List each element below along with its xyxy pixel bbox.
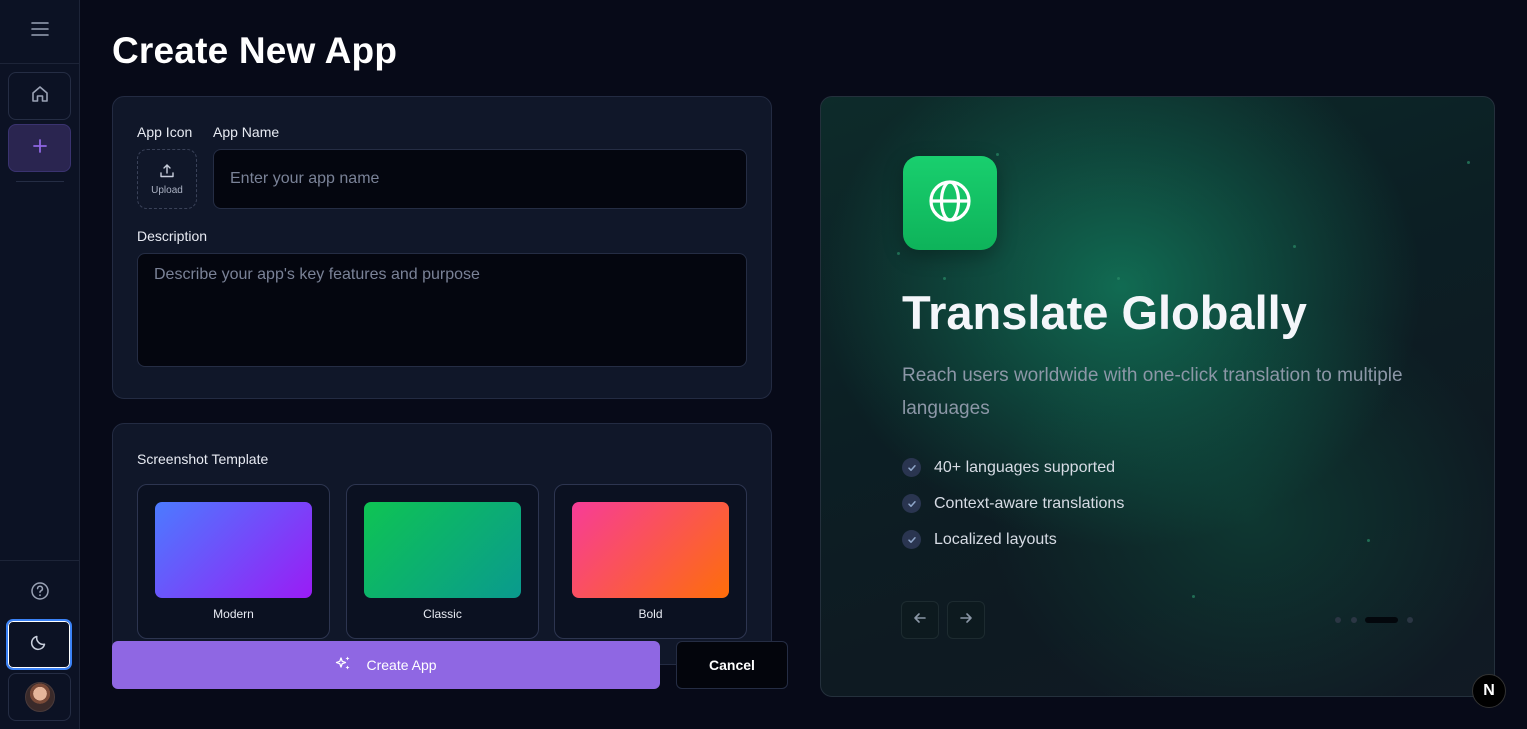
- sidebar: [0, 0, 80, 729]
- create-app-label: Create App: [366, 657, 437, 673]
- arrow-left-icon: [912, 610, 928, 631]
- feature-item: 40+ languages supported: [902, 458, 1115, 477]
- template-preview: [364, 502, 521, 598]
- home-icon: [30, 84, 50, 109]
- feature-item: Context-aware translations: [902, 494, 1124, 513]
- sparkle-dot: [996, 153, 999, 156]
- icon-upload-button[interactable]: Upload: [137, 149, 197, 209]
- moon-icon: [30, 633, 48, 656]
- pagination-dot[interactable]: [1351, 617, 1357, 623]
- pagination-dot[interactable]: [1335, 617, 1341, 623]
- check-icon: [902, 458, 921, 477]
- feature-item: Localized layouts: [902, 530, 1057, 549]
- template-option-bold[interactable]: Bold: [554, 484, 747, 639]
- app-icon-label: App Icon: [137, 124, 193, 140]
- theme-toggle-button[interactable]: [6, 619, 72, 670]
- globe-icon: [927, 178, 973, 229]
- sparkles-icon: [335, 655, 352, 675]
- feature-label: Localized layouts: [934, 530, 1057, 548]
- template-preview: [155, 502, 312, 598]
- sidebar-item-create[interactable]: [8, 124, 71, 172]
- sparkle-dot: [1467, 161, 1470, 164]
- avatar: [24, 682, 55, 712]
- feature-label: 40+ languages supported: [934, 458, 1116, 476]
- help-icon: [30, 581, 50, 606]
- create-app-button[interactable]: Create App: [112, 641, 660, 689]
- feature-showcase: Translate Globally Reach users worldwide…: [820, 96, 1495, 697]
- check-icon: [902, 494, 921, 513]
- template-name: Modern: [213, 607, 254, 621]
- arrow-right-icon: [958, 610, 974, 631]
- template-label: Screenshot Template: [137, 451, 269, 467]
- prev-slide-button[interactable]: [901, 601, 939, 639]
- showcase-title: Translate Globally: [902, 286, 1307, 339]
- sparkle-dot: [897, 252, 900, 255]
- next-slide-button[interactable]: [947, 601, 985, 639]
- sparkle-dot: [1117, 277, 1120, 280]
- template-name: Bold: [638, 607, 663, 621]
- user-menu-button[interactable]: [8, 673, 71, 721]
- sparkle-dot: [1192, 595, 1195, 598]
- sparkle-dot: [1293, 245, 1296, 248]
- check-icon: [902, 530, 921, 549]
- pagination-dot-active[interactable]: [1365, 617, 1398, 623]
- menu-icon[interactable]: [30, 22, 49, 41]
- help-button[interactable]: [27, 580, 53, 606]
- template-preview: [572, 502, 729, 598]
- upload-icon: [159, 163, 175, 182]
- template-option-classic[interactable]: Classic: [346, 484, 539, 639]
- sidebar-divider: [16, 181, 64, 182]
- app-tile: [903, 156, 997, 250]
- showcase-description: Reach users worldwide with one-click tra…: [902, 365, 1403, 419]
- sidebar-divider: [0, 560, 80, 561]
- page-title: Create New App: [112, 30, 398, 71]
- app-name-input[interactable]: Enter your app name: [213, 149, 747, 209]
- sparkle-dot: [1367, 539, 1370, 542]
- pagination-dot[interactable]: [1407, 617, 1413, 623]
- sidebar-item-home[interactable]: [8, 72, 71, 120]
- description-textarea[interactable]: Describe your app's key features and pur…: [137, 253, 747, 367]
- app-name-label: App Name: [213, 124, 280, 140]
- sparkle-dot: [943, 277, 946, 280]
- cancel-button[interactable]: Cancel: [676, 641, 788, 689]
- sidebar-header: [0, 0, 79, 64]
- description-label: Description: [137, 228, 208, 244]
- upload-label: Upload: [151, 184, 183, 196]
- feature-label: Context-aware translations: [934, 494, 1125, 512]
- nextjs-badge[interactable]: N: [1472, 674, 1506, 708]
- plus-icon: [32, 138, 48, 159]
- template-option-modern[interactable]: Modern: [137, 484, 330, 639]
- template-name: Classic: [423, 607, 462, 621]
